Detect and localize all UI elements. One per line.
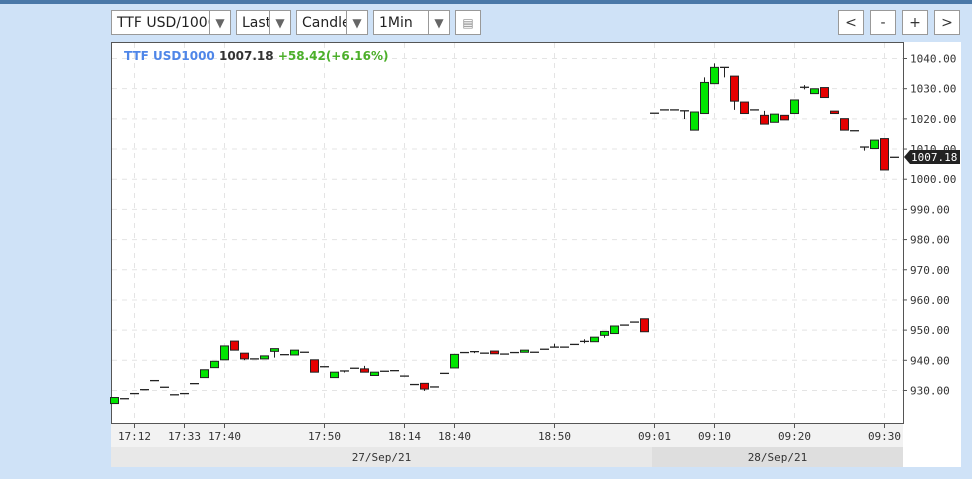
x-tick-label: 18:50 (538, 430, 571, 443)
candle-up (810, 88, 819, 95)
candle-down (830, 110, 839, 115)
legend-change: +58.42(+6.16%) (278, 49, 389, 63)
candle-up (520, 349, 529, 353)
candle-up (260, 355, 269, 360)
candle-down (730, 75, 739, 102)
candle-down (820, 87, 829, 99)
y-tick-label: 1020.00 (910, 113, 956, 126)
candle-up (790, 99, 799, 115)
x-tick-label: 09:30 (868, 430, 901, 443)
date-label: 28/Sep/21 (748, 451, 808, 464)
candle-down (310, 359, 319, 373)
y-tick-label: 940.00 (910, 354, 950, 367)
candle-up (710, 66, 719, 85)
candle-up (110, 397, 119, 405)
candle-up (330, 371, 339, 379)
candle-up (600, 330, 609, 336)
candle-down (640, 318, 649, 333)
candle-down (740, 101, 749, 115)
candle-up (770, 113, 779, 123)
candle-up (290, 349, 299, 356)
date-label: 27/Sep/21 (352, 451, 412, 464)
x-tick-label: 09:01 (638, 430, 671, 443)
y-tick-label: 1030.00 (910, 83, 956, 96)
candle-up (370, 371, 379, 376)
candle-up (450, 353, 459, 369)
candle-up (690, 111, 699, 131)
y-tick-label: 970.00 (910, 264, 950, 277)
x-tick-label: 09:20 (778, 430, 811, 443)
candle-down (490, 350, 499, 355)
legend-name: TTF USD1000 (124, 49, 215, 63)
candle-down (230, 340, 239, 351)
y-tick-label: 930.00 (910, 384, 950, 397)
candle-down (420, 382, 429, 390)
x-tick-label: 17:33 (168, 430, 201, 443)
candle-up (870, 139, 879, 150)
x-tick-label: 18:40 (438, 430, 471, 443)
x-tick-label: 17:40 (208, 430, 241, 443)
y-tick-label: 980.00 (910, 234, 950, 247)
candle-down (840, 118, 849, 131)
chart-background (111, 42, 961, 467)
candle-up (210, 360, 219, 369)
x-tick-label: 09:10 (698, 430, 731, 443)
y-tick-label: 1000.00 (910, 173, 956, 186)
legend-last: 1007.18 (219, 49, 274, 63)
x-tick-label: 17:50 (308, 430, 341, 443)
y-tick-label: 1040.00 (910, 53, 956, 66)
candle-down (760, 114, 769, 125)
candle-up (590, 336, 599, 343)
candle-down (360, 368, 369, 373)
candle-up (610, 325, 619, 335)
candle-up (270, 348, 279, 352)
candle-up (220, 345, 229, 361)
candle-down (240, 352, 249, 360)
x-tick-label: 17:12 (118, 430, 151, 443)
candle-up (700, 81, 709, 115)
y-tick-label: 950.00 (910, 324, 950, 337)
y-tick-label: 960.00 (910, 294, 950, 307)
candle-down (780, 114, 789, 121)
current-price-label: 1007.18 (911, 151, 957, 164)
candle-down (880, 138, 889, 171)
candle-up (200, 369, 209, 379)
x-tick-label: 18:14 (388, 430, 421, 443)
candlestick-chart[interactable]: 27/Sep/21 28/Sep/21 1040.00 1030.00 1020.00… (0, 0, 972, 479)
y-tick-label: 990.00 (910, 203, 950, 216)
chart-legend: TTF USD1000 1007.18 +58.42(+6.16%) (124, 49, 388, 63)
